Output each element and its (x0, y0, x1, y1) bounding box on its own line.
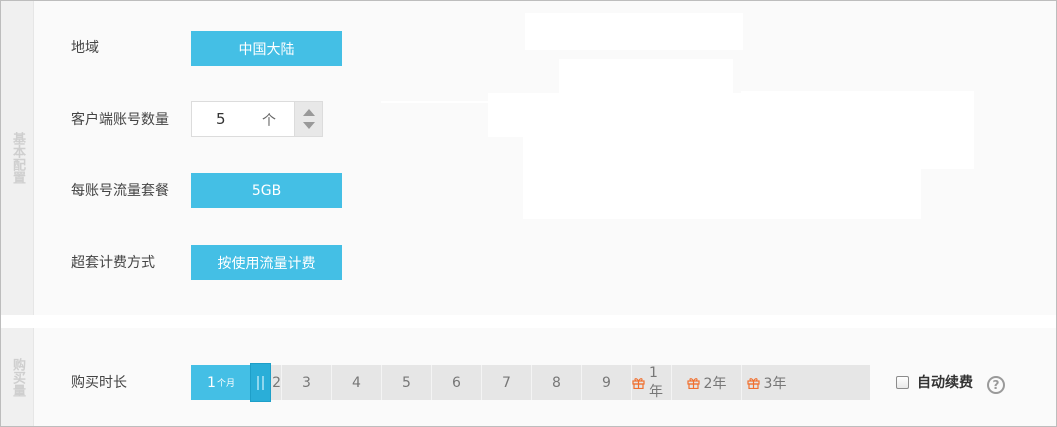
question-circle-icon[interactable]: ? (987, 376, 1005, 394)
accounts-value[interactable]: 5 (216, 110, 226, 128)
arrow-up-icon[interactable] (303, 109, 315, 116)
duration-options: 2 3 4 5 6 7 8 9 1年 2年 3年 (251, 365, 870, 400)
accounts-stepper[interactable]: 5 个 (191, 101, 323, 137)
traffic-plan-option-5gb[interactable]: 5GB (191, 173, 342, 208)
duration-option[interactable]: 4 (331, 365, 381, 400)
basic-config-tab-label: 基本配置 (10, 132, 25, 184)
stepper-controls (294, 102, 322, 136)
auto-renew[interactable]: 自动续费 (896, 372, 973, 392)
duration-selected-unit: 个月 (216, 379, 235, 389)
region-option-mainland-china[interactable]: 中国大陆 (191, 31, 342, 66)
arrow-down-icon[interactable] (303, 122, 315, 129)
duration-slider[interactable]: 1 个月 2 3 4 5 6 7 8 9 1年 2年 3年 (191, 363, 870, 402)
duration-selected-value: 1 (207, 374, 216, 391)
duration-option-label: 2 (272, 374, 281, 391)
duration-option-label: 1年 (649, 364, 663, 400)
duration-option-label: 4 (352, 374, 361, 391)
overage-billing-label: 超套计费方式 (71, 255, 155, 271)
duration-slider-handle[interactable] (250, 363, 271, 402)
basic-config-section: 基本配置 地域 中国大陆 客户端账号数量 5 个 每账号流量套餐 5GB 超套计… (1, 1, 1056, 315)
duration-option-selected[interactable]: 1 个月 (191, 365, 251, 400)
section-divider (1, 315, 1056, 328)
duration-option-label: 3年 (763, 375, 787, 392)
traffic-plan-label: 每账号流量套餐 (71, 183, 169, 199)
duration-option[interactable]: 8 (531, 365, 581, 400)
purchase-tab-label: 购买量 (10, 358, 25, 397)
duration-option-label: 6 (452, 374, 461, 391)
duration-option[interactable]: 3 (281, 365, 331, 400)
duration-option[interactable]: 1年 (631, 365, 671, 400)
duration-option-label: 9 (602, 374, 611, 391)
duration-option-label: 8 (552, 374, 561, 391)
duration-option-label: 5 (402, 374, 411, 391)
purchase-tab: 购买量 (1, 328, 34, 426)
redacted-block (523, 131, 921, 219)
duration-option[interactable]: 6 (431, 365, 481, 400)
auto-renew-label: 自动续费 (917, 375, 973, 391)
gift-icon (746, 376, 760, 389)
duration-option[interactable]: 3年 (741, 365, 791, 400)
gift-icon (632, 376, 645, 389)
duration-option[interactable]: 2年 (671, 365, 741, 400)
redacted-block (559, 59, 733, 95)
purchase-config-panel: 基本配置 地域 中国大陆 客户端账号数量 5 个 每账号流量套餐 5GB 超套计… (0, 0, 1057, 427)
duration-option[interactable]: 7 (481, 365, 531, 400)
accounts-unit: 个 (262, 113, 276, 129)
overage-billing-option-by-traffic[interactable]: 按使用流量计费 (191, 245, 342, 280)
duration-option[interactable]: 5 (381, 365, 431, 400)
basic-config-tab: 基本配置 (1, 1, 34, 315)
duration-option-label: 3 (302, 374, 311, 391)
duration-option-label: 2年 (703, 375, 727, 392)
redacted-block (381, 101, 489, 103)
gift-icon (686, 376, 700, 389)
duration-option-label: 7 (502, 374, 511, 391)
auto-renew-checkbox[interactable] (896, 375, 909, 389)
duration-label: 购买时长 (71, 375, 127, 391)
duration-option[interactable]: 9 (581, 365, 631, 400)
region-label: 地域 (71, 40, 99, 56)
accounts-label: 客户端账号数量 (71, 112, 169, 128)
redacted-block (525, 13, 743, 50)
